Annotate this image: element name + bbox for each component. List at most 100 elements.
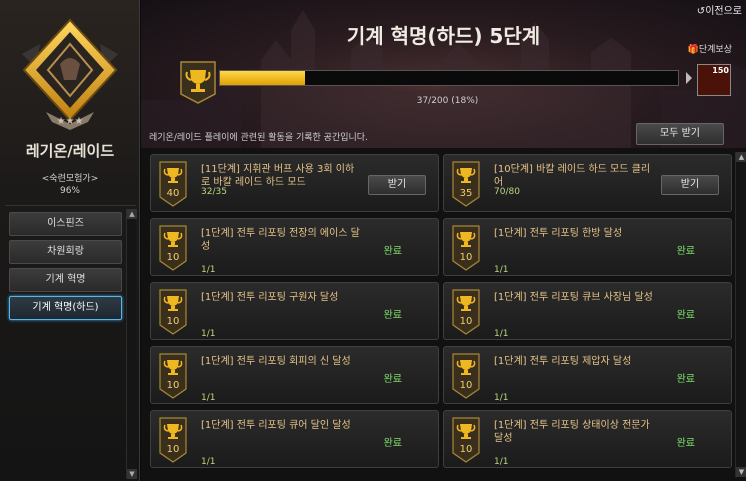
trophy-badge-icon — [159, 161, 187, 207]
trophy-badge-icon — [452, 353, 480, 399]
achievement-scrollbar[interactable]: ▲ ▼ — [735, 152, 746, 477]
achievement-badge: 10 — [159, 417, 187, 463]
achievement-title: [10단계] 바칼 레이드 하드 모드 클리어 — [494, 164, 651, 188]
rank-percent: 96% — [59, 186, 80, 196]
trophy-badge-icon — [159, 225, 187, 271]
trophy-badge-icon — [452, 289, 480, 335]
achievement-badge: 10 — [452, 289, 480, 335]
achievement-badge: 40 — [159, 161, 187, 207]
achievement-points: 10 — [166, 444, 180, 455]
achievement-progress: 70/80 — [494, 187, 520, 197]
achievement-progress: 1/1 — [201, 329, 216, 339]
achievement-progress: 1/1 — [494, 329, 509, 339]
achievement-badge: 10 — [452, 417, 480, 463]
achievement-progress: 1/1 — [201, 393, 216, 403]
back-link[interactable]: ↺이전으로 — [697, 2, 742, 17]
stage-reward-item[interactable]: 150 — [697, 64, 731, 96]
stage-progress-text: 37/200 (18%) — [416, 96, 479, 106]
complete-label: 완료 — [676, 438, 695, 449]
trophy-badge-icon — [452, 417, 480, 463]
achievement-card: 10 [1단계] 전투 리포팅 회피의 신 달성 1/1 완료 — [150, 346, 439, 404]
achievement-badge: 10 — [159, 353, 187, 399]
complete-label: 완료 — [383, 374, 402, 385]
achievement-points: 10 — [166, 252, 180, 263]
achievement-points: 40 — [166, 188, 180, 199]
achievement-points: 10 — [459, 316, 473, 327]
complete-label: 완료 — [383, 438, 402, 449]
claim-button[interactable]: 받기 — [661, 175, 719, 195]
achievement-badge: 35 — [452, 161, 480, 207]
achievement-badge: 10 — [452, 225, 480, 271]
trophy-badge-icon — [452, 161, 480, 207]
achievement-list: 40 [11단계] 지휘관 버프 사용 3회 이하로 바칼 레이드 하드 모드 … — [141, 148, 746, 481]
achievement-badge: 10 — [452, 353, 480, 399]
stage-progress-fill — [220, 71, 305, 85]
complete-label: 완료 — [676, 246, 695, 257]
gift-icon: 🎁 — [687, 45, 699, 55]
scroll-down-arrow-icon[interactable]: ▼ — [736, 467, 746, 477]
achievement-card: 10 [1단계] 전투 리포팅 큐브 사장님 달성 1/1 완료 — [443, 282, 732, 340]
achievement-points: 10 — [459, 252, 473, 263]
scroll-up-arrow-icon[interactable]: ▲ — [736, 152, 746, 162]
achievement-card: 40 [11단계] 지휘관 버프 사용 3회 이하로 바칼 레이드 하드 모드 … — [150, 154, 439, 212]
achievement-title: [1단계] 전투 리포팅 큐어 달인 달성 — [201, 420, 351, 431]
category-title: 레기온/레이드 — [25, 142, 115, 160]
achievement-card: 10 [1단계] 전투 리포팅 큐어 달인 달성 1/1 완료 — [150, 410, 439, 468]
complete-label: 완료 — [676, 374, 695, 385]
achievement-card: 10 [1단계] 전투 리포팅 구원자 달성 1/1 완료 — [150, 282, 439, 340]
trophy-badge-icon — [159, 289, 187, 335]
sidebar-item-ispins[interactable]: 이스핀즈 — [9, 212, 122, 236]
stage-header: ↺이전으로 기계 혁명(하드) 5단계 🎁단계보상 150 37/200 (18… — [141, 0, 746, 148]
arrow-right-icon — [686, 72, 692, 84]
sidebar-item-machine-revolution[interactable]: 기계 혁명 — [9, 268, 122, 292]
sidebar-scrollbar[interactable]: ▲ ▼ — [126, 209, 137, 479]
achievement-title: [1단계] 전투 리포팅 큐브 사장님 달성 — [494, 292, 653, 303]
achievement-card: 10 [1단계] 전투 리포팅 한방 달성 1/1 완료 — [443, 218, 732, 276]
back-arrow-icon: ↺ — [696, 6, 706, 17]
achievement-progress: 1/1 — [494, 393, 509, 403]
complete-label: 완료 — [676, 310, 695, 321]
achievement-title: [1단계] 전투 리포팅 구원자 달성 — [201, 292, 339, 303]
achievement-title: [1단계] 전투 리포팅 상태이상 전문가 달성 — [494, 420, 650, 444]
achievement-progress: 1/1 — [494, 265, 509, 275]
achievement-card: 10 [1단계] 전투 리포팅 제압자 달성 1/1 완료 — [443, 346, 732, 404]
achievement-title: [11단계] 지휘관 버프 사용 3회 이하로 바칼 레이드 하드 모드 — [201, 164, 355, 188]
reward-count: 150 — [712, 66, 729, 75]
complete-label: 완료 — [383, 246, 402, 257]
claim-all-button[interactable]: 모두 받기 — [636, 123, 724, 145]
trophy-badge-icon — [159, 353, 187, 399]
category-description: 레기온/레이드 플레이에 관련된 활동을 기록한 공간입니다. — [149, 133, 368, 143]
achievement-badge: 10 — [159, 225, 187, 271]
achievement-title: [1단계] 전투 리포팅 제압자 달성 — [494, 356, 632, 367]
sidebar-item-machine-revolution-hard[interactable]: 기계 혁명(하드) — [9, 296, 122, 320]
page-title: 기계 혁명(하드) 5단계 — [346, 24, 541, 48]
achievement-title: [1단계] 전투 리포팅 회피의 신 달성 — [201, 356, 351, 367]
achievement-card: 35 [10단계] 바칼 레이드 하드 모드 클리어 70/80 받기 — [443, 154, 732, 212]
category-sidebar: ★★★ 레기온/레이드 <숙련모험가> 96% 이스핀즈 차원회랑 기계 혁명 … — [0, 0, 140, 481]
sub-category-list: 이스핀즈 차원회랑 기계 혁명 기계 혁명(하드) ▲ ▼ — [5, 205, 137, 481]
complete-label: 완료 — [383, 310, 402, 321]
sidebar-item-dimension-corridor[interactable]: 차원회랑 — [9, 240, 122, 264]
trophy-badge-icon — [452, 225, 480, 271]
achievement-progress: 1/1 — [494, 457, 509, 467]
scroll-down-arrow-icon[interactable]: ▼ — [127, 469, 137, 479]
scroll-up-arrow-icon[interactable]: ▲ — [127, 209, 137, 219]
trophy-badge-icon — [159, 417, 187, 463]
stage-reward-label[interactable]: 🎁단계보상 — [688, 42, 732, 55]
rank-title: <숙련모험가> — [41, 174, 99, 184]
claim-button[interactable]: 받기 — [368, 175, 426, 195]
achievement-points: 10 — [166, 380, 180, 391]
achievement-card: 10 [1단계] 전투 리포팅 전장의 에이스 달성 1/1 완료 — [150, 218, 439, 276]
achievement-badge: 10 — [159, 289, 187, 335]
achievement-points: 10 — [166, 316, 180, 327]
svg-text:★★★: ★★★ — [57, 116, 84, 127]
achievement-progress: 1/1 — [201, 265, 216, 275]
achievement-progress: 32/35 — [201, 187, 227, 197]
achievement-points: 10 — [459, 380, 473, 391]
achievement-points: 10 — [459, 444, 473, 455]
achievement-card: 10 [1단계] 전투 리포팅 상태이상 전문가 달성 1/1 완료 — [443, 410, 732, 468]
achievement-title: [1단계] 전투 리포팅 전장의 에이스 달성 — [201, 228, 360, 252]
achievement-title: [1단계] 전투 리포팅 한방 달성 — [494, 228, 623, 239]
stage-progress-bar — [219, 70, 679, 86]
achievement-progress: 1/1 — [201, 457, 216, 467]
